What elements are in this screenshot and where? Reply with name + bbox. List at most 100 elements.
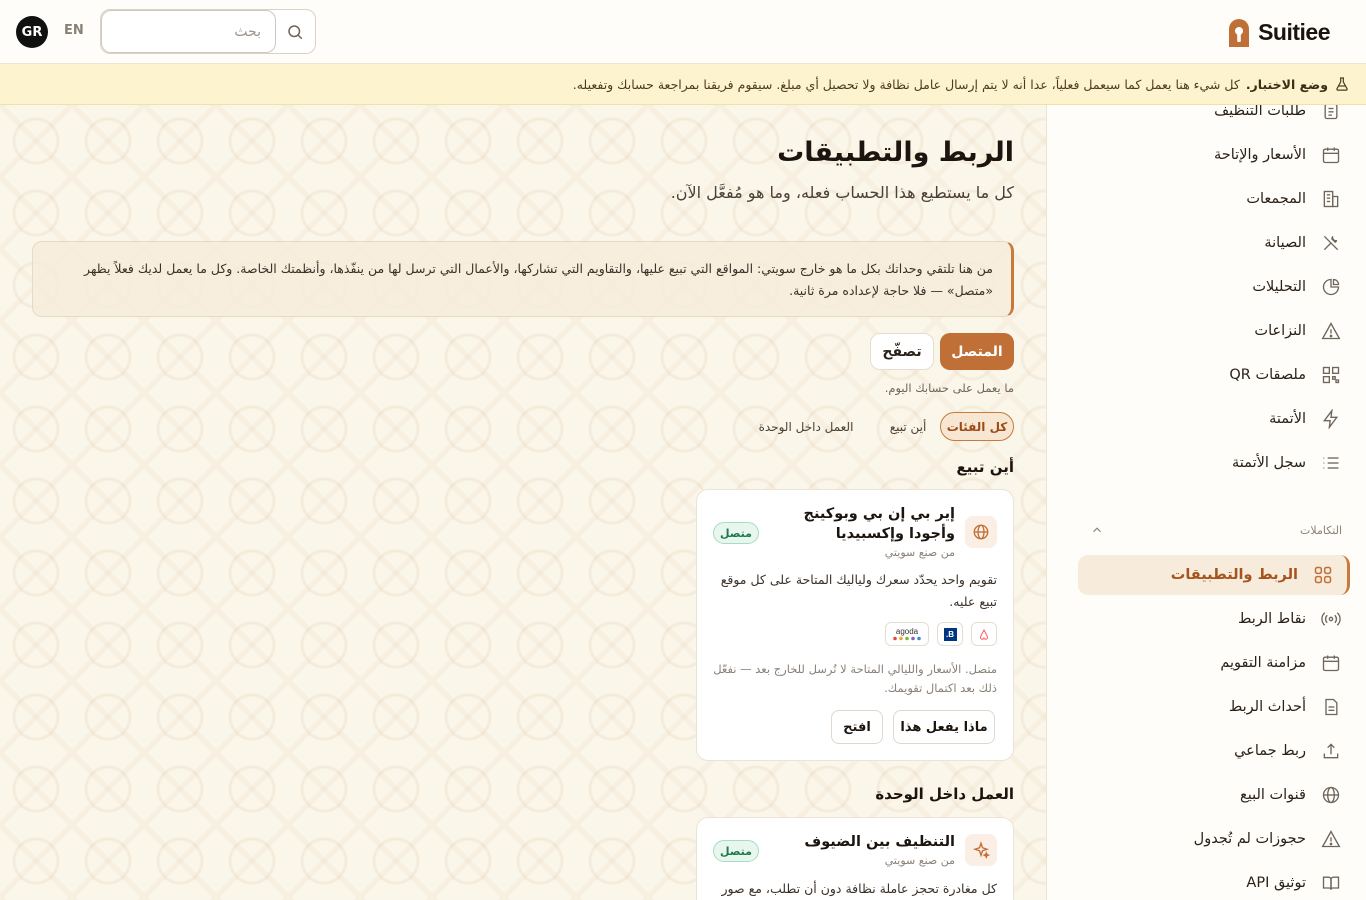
book-icon [1320,872,1342,894]
integration-card-cleaning: التنظيف بين الضيوف من صنع سويتي متصل كل … [696,817,1014,900]
tab-hint: ما يعمل على حسابك اليوم. [884,381,1014,395]
sidebar-item-maintenance[interactable]: الصيانة [1092,224,1342,262]
building-icon [1320,188,1342,210]
top-bar: GR EN Suitiee [0,0,1366,64]
sidebar-item-label: الأسعار والإتاحة [1214,147,1306,163]
language-toggle[interactable]: EN [64,23,84,38]
sidebar-item-cleaning-requests[interactable]: طلبات التنظيف [1092,105,1342,130]
sidebar-item-pricing[interactable]: الأسعار والإتاحة [1092,136,1342,174]
card-status-note: متصل. الأسعار والليالي المتاحة لا تُرسل … [713,662,997,695]
filter-chip-where-sell[interactable]: أين تبيع [882,412,934,441]
sidebar-item-label: توثيق API [1246,875,1306,891]
keyhole-logo-icon [1229,19,1250,47]
integrations-section-label: التكاملات [1300,524,1342,537]
agoda-logo-text: agoda [895,627,919,636]
pie-chart-icon [1320,276,1342,298]
grid-icon [1312,564,1334,586]
tools-icon [1320,232,1342,254]
open-button[interactable]: افتح [831,710,883,744]
sidebar-item-label: الصيانة [1264,235,1306,251]
status-badge: متصل [713,840,759,862]
globe-icon [965,516,997,548]
booking-logo-icon: B. [937,622,963,646]
booking-logo-text: B. [943,627,957,641]
sidebar-item-label: الأتمتة [1269,411,1306,427]
tab-browse[interactable]: تصفّح [870,333,934,370]
sidebar-item-qr-stickers[interactable]: ملصقات QR [1092,356,1342,394]
sidebar-item-label: قنوات البيع [1239,787,1306,803]
section-heading-where-sell: أين تبيع [956,458,1014,476]
search-icon [288,24,303,39]
sidebar-item-endpoints[interactable]: نقاط الربط [1092,600,1342,638]
calendar-sync-icon [1320,652,1342,674]
warning-icon [1320,320,1342,342]
sidebar-item-integration-events[interactable]: أحداث الربط [1092,688,1342,726]
what-does-this-do-button[interactable]: ماذا يفعل هذا [893,710,995,744]
card-maker: من صنع سويتي [884,854,955,867]
brand-logo[interactable]: Suitiee [1226,15,1330,49]
section-heading-in-unit: العمل داخل الوحدة [875,785,1014,803]
sidebar-item-unscheduled-bookings[interactable]: حجوزات لم تُجدول [1092,820,1342,858]
document-icon [1320,696,1342,718]
warning-icon [1320,828,1342,850]
page-subtitle: كل ما يستطيع هذا الحساب فعله، وما هو مُف… [670,183,1014,202]
status-badge: متصل [713,522,759,544]
sidebar-item-label: ملصقات QR [1229,367,1306,383]
test-mode-banner: وضع الاختبار. كل شيء هنا يعمل كما سيعمل … [0,64,1366,105]
sidebar-item-automation-log[interactable]: سجل الأتمتة [1092,444,1342,482]
sidebar-item-label: التحليلات [1252,279,1306,295]
sidebar-item-automation[interactable]: الأتمتة [1092,400,1342,438]
chevron-up-icon[interactable] [1090,522,1104,541]
main-content: الربط والتطبيقات كل ما يستطيع هذا الحساب… [0,105,1046,900]
search-button[interactable] [275,10,315,53]
card-description: كل مغادرة تحجز عاملة نظافة دون أن تطلب، … [721,881,997,896]
sidebar-item-integrations-apps[interactable]: الربط والتطبيقات [1078,555,1350,595]
sidebar-item-bulk-connect[interactable]: ربط جماعي [1092,732,1342,770]
user-avatar[interactable]: GR [16,16,48,48]
info-callout: من هنا تلتقي وحداتك بكل ما هو خارج سويتي… [32,241,1014,317]
search-box [100,9,316,54]
sidebar-item-complexes[interactable]: المجمعات [1092,180,1342,218]
integration-card-channels: إير بي إن بي وبوكينج وأجودا وإكسبيديا من… [696,489,1014,761]
sidebar-item-analytics[interactable]: التحليلات [1092,268,1342,306]
sidebar: طلبات التنظيف الأسعار والإتاحة المجمعات … [1046,105,1366,900]
flask-icon [1336,77,1348,91]
sidebar-item-sales-channels[interactable]: قنوات البيع [1092,776,1342,814]
sparkle-icon [965,834,997,866]
lightning-icon [1320,408,1342,430]
sidebar-item-disputes[interactable]: النزاعات [1092,312,1342,350]
brand-name: Suitiee [1258,18,1330,45]
sidebar-item-label: سجل الأتمتة [1232,455,1306,471]
search-input[interactable] [101,10,276,53]
card-title: إير بي إن بي وبوكينج وأجودا وإكسبيديا [803,506,955,542]
broadcast-icon [1320,608,1342,630]
filter-chip-in-unit[interactable]: العمل داخل الوحدة [746,412,866,441]
calendar-icon [1320,144,1342,166]
banner-text: كل شيء هنا يعمل كما سيعمل فعلياً، عدا أن… [572,76,1240,92]
sidebar-item-label: طلبات التنظيف [1214,105,1306,119]
sidebar-item-label: حجوزات لم تُجدول [1193,831,1306,847]
sidebar-item-label: ربط جماعي [1234,743,1306,759]
card-description: تقويم واحد يحدّد سعرك ولياليك المتاحة عل… [720,572,997,609]
page-title: الربط والتطبيقات [777,137,1014,168]
tab-connected[interactable]: المتصل [940,333,1014,370]
clipboard-icon [1320,105,1342,122]
agoda-logo-icon: agoda [885,622,929,646]
list-icon [1320,452,1342,474]
upload-icon [1320,740,1342,762]
sidebar-item-api-docs[interactable]: توثيق API [1092,864,1342,900]
sidebar-item-label: نقاط الربط [1237,611,1306,627]
globe-icon [1320,784,1342,806]
sidebar-item-label: أحداث الربط [1228,699,1306,715]
filter-chip-all[interactable]: كل الفئات [940,412,1014,441]
airbnb-logo-icon [971,622,997,646]
card-title: التنظيف بين الضيوف [804,834,955,850]
sidebar-item-label: المجمعات [1246,191,1306,207]
sidebar-item-label: النزاعات [1254,323,1306,339]
card-maker: من صنع سويتي [884,546,955,559]
sidebar-item-label: الربط والتطبيقات [1170,567,1298,583]
banner-label: وضع الاختبار. [1245,76,1328,92]
qr-code-icon [1320,364,1342,386]
sidebar-item-label: مزامنة التقويم [1220,655,1306,671]
sidebar-item-calendar-sync[interactable]: مزامنة التقويم [1092,644,1342,682]
